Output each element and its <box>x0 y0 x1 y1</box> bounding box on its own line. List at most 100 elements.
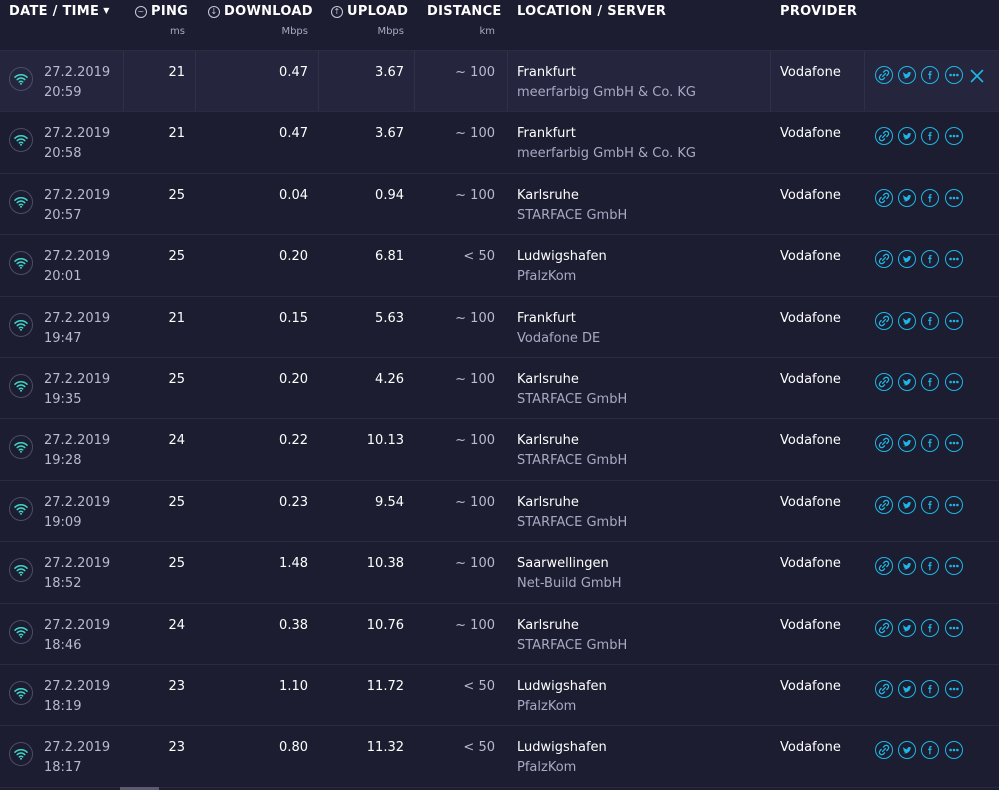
result-ping: 25 <box>168 494 185 510</box>
table-row[interactable]: 27.2.2019 18:46 24 0.38 10.76 ~ 100 Karl… <box>0 603 999 665</box>
link-icon[interactable] <box>875 557 893 576</box>
table-row[interactable]: 27.2.2019 20:01 25 0.20 6.81 < 50 Ludwig… <box>0 235 999 297</box>
result-download: 0.47 <box>279 126 308 142</box>
more-icon[interactable] <box>945 557 963 576</box>
link-icon[interactable] <box>875 618 893 637</box>
ping-icon: ~ <box>135 6 147 18</box>
twitter-icon[interactable] <box>898 372 916 391</box>
facebook-icon[interactable] <box>921 741 939 760</box>
more-icon[interactable] <box>945 372 963 391</box>
table-row[interactable]: 27.2.2019 20:59 21 0.47 3.67 ~ 100 Frank… <box>0 51 999 113</box>
column-date-time-label: DATE / TIME <box>9 4 100 19</box>
more-icon[interactable] <box>945 495 963 514</box>
result-provider: Vodafone <box>780 740 841 756</box>
link-icon[interactable] <box>875 127 893 146</box>
twitter-icon[interactable] <box>898 434 916 453</box>
result-ping: 21 <box>168 126 185 142</box>
table-row[interactable]: 27.2.2019 19:28 24 0.22 10.13 ~ 100 Karl… <box>0 419 999 481</box>
table-row[interactable]: 27.2.2019 19:09 25 0.23 9.54 ~ 100 Karls… <box>0 480 999 543</box>
wifi-icon <box>9 128 33 153</box>
ping-unit: ms <box>170 26 185 37</box>
wifi-icon <box>9 496 33 521</box>
table-row[interactable]: 27.2.2019 20:57 25 0.04 0.94 ~ 100 Karls… <box>0 173 999 236</box>
facebook-icon[interactable] <box>921 618 939 637</box>
result-date: 27.2.2019 <box>44 126 111 142</box>
column-date-time[interactable]: DATE / TIME ▼ <box>9 4 110 19</box>
twitter-icon[interactable] <box>898 495 916 514</box>
result-ping: 21 <box>168 65 185 80</box>
result-ping: 21 <box>168 310 185 326</box>
column-download[interactable]: ↓ DOWNLOAD <box>208 4 313 19</box>
twitter-icon[interactable] <box>898 311 916 330</box>
wifi-icon <box>9 67 33 91</box>
table-row[interactable]: 27.2.2019 19:47 21 0.15 5.63 ~ 100 Frank… <box>0 296 999 358</box>
table-row[interactable]: 27.2.2019 18:17 23 0.80 11.32 < 50 Ludwi… <box>0 726 999 788</box>
facebook-icon[interactable] <box>921 434 939 453</box>
twitter-icon[interactable] <box>898 679 916 698</box>
more-icon[interactable] <box>945 434 963 453</box>
more-icon[interactable] <box>945 66 963 84</box>
link-icon[interactable] <box>875 250 893 269</box>
twitter-icon[interactable] <box>898 741 916 760</box>
facebook-icon[interactable] <box>921 557 939 576</box>
twitter-icon[interactable] <box>898 127 916 146</box>
more-icon[interactable] <box>945 679 963 698</box>
facebook-icon[interactable] <box>921 250 939 269</box>
result-provider: Vodafone <box>780 65 841 80</box>
result-ping: 23 <box>168 740 185 756</box>
result-time: 19:28 <box>44 453 82 469</box>
link-icon[interactable] <box>875 741 893 760</box>
link-icon[interactable] <box>875 372 893 391</box>
wifi-icon <box>9 435 33 460</box>
column-provider[interactable]: PROVIDER <box>780 4 857 19</box>
result-upload: 10.38 <box>366 556 404 572</box>
column-location-label: LOCATION / SERVER <box>517 4 667 19</box>
link-icon[interactable] <box>875 66 893 84</box>
more-icon[interactable] <box>945 250 963 269</box>
result-download: 0.22 <box>279 433 308 449</box>
twitter-icon[interactable] <box>898 250 916 269</box>
twitter-icon[interactable] <box>898 557 916 576</box>
result-distance: ~ 100 <box>455 310 495 326</box>
result-download: 0.04 <box>279 187 308 203</box>
twitter-icon[interactable] <box>898 66 916 84</box>
more-icon[interactable] <box>945 188 963 207</box>
table-row[interactable]: 27.2.2019 20:58 21 0.47 3.67 ~ 100 Frank… <box>0 112 999 174</box>
result-server: STARFACE GmbH <box>517 391 628 407</box>
facebook-icon[interactable] <box>921 495 939 514</box>
twitter-icon[interactable] <box>898 188 916 207</box>
twitter-icon[interactable] <box>898 618 916 637</box>
facebook-icon[interactable] <box>921 311 939 330</box>
column-ping[interactable]: ~ PING <box>135 4 188 19</box>
facebook-icon[interactable] <box>921 679 939 698</box>
more-icon[interactable] <box>945 741 963 760</box>
link-icon[interactable] <box>875 495 893 514</box>
result-location: Ludwigshafen <box>517 249 607 265</box>
table-row[interactable]: 27.2.2019 18:52 25 1.48 10.38 ~ 100 Saar… <box>0 542 999 604</box>
more-icon[interactable] <box>945 618 963 637</box>
result-distance: ~ 100 <box>455 617 495 633</box>
result-distance: < 50 <box>463 678 495 694</box>
more-icon[interactable] <box>945 311 963 330</box>
column-distance[interactable]: DISTANCE <box>427 4 502 19</box>
more-icon[interactable] <box>945 127 963 146</box>
results-history: DATE / TIME ▼ ~ PING ms ↓ DOWNLOAD Mbps ↑ UP… <box>0 0 999 790</box>
facebook-icon[interactable] <box>921 372 939 391</box>
facebook-icon[interactable] <box>921 66 939 84</box>
result-download: 1.48 <box>279 556 308 572</box>
close-icon[interactable] <box>970 68 984 83</box>
column-separator <box>318 51 319 112</box>
result-download: 0.20 <box>279 371 308 387</box>
link-icon[interactable] <box>875 434 893 453</box>
link-icon[interactable] <box>875 188 893 207</box>
link-icon[interactable] <box>875 311 893 330</box>
result-server: STARFACE GmbH <box>517 453 628 469</box>
link-icon[interactable] <box>875 679 893 698</box>
table-row[interactable]: 27.2.2019 18:19 23 1.10 11.72 < 50 Ludwi… <box>0 664 999 727</box>
facebook-icon[interactable] <box>921 127 939 146</box>
column-location[interactable]: LOCATION / SERVER <box>517 4 666 19</box>
facebook-icon[interactable] <box>921 188 939 207</box>
column-upload[interactable]: ↑ UPLOAD <box>331 4 408 19</box>
result-time: 20:01 <box>44 269 82 285</box>
table-row[interactable]: 27.2.2019 19:35 25 0.20 4.26 ~ 100 Karls… <box>0 357 999 420</box>
